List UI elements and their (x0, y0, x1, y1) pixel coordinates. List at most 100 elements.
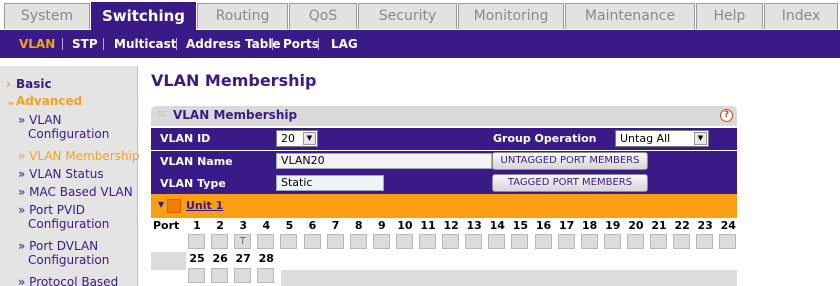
port-number: 25 (189, 252, 205, 265)
tab-system[interactable]: System (4, 3, 90, 29)
port-membership-cell[interactable] (557, 234, 575, 249)
sidebar: › Basic ⌄Advanced » VLAN Configuration » … (0, 66, 140, 286)
submenu-lag[interactable]: LAG (331, 30, 358, 58)
sidebar-item-vlan-status[interactable]: » VLAN Status (18, 167, 156, 181)
port-membership-cell[interactable] (188, 234, 205, 249)
port-membership-cell[interactable] (442, 234, 460, 249)
port-number: 6 (308, 219, 317, 232)
double-chevron-icon: » (18, 149, 26, 163)
tab-index[interactable]: Index (764, 3, 838, 29)
sidebar-basic[interactable]: › Basic (6, 77, 144, 91)
double-chevron-icon: » (18, 167, 26, 181)
submenu-divider (176, 38, 177, 50)
port-membership-cell[interactable] (257, 268, 275, 283)
sidebar-item-vlan-membership[interactable]: » VLAN Membership (18, 149, 156, 163)
group-operation-select[interactable]: Untag All ▼ (615, 130, 709, 147)
submenu-vlan[interactable]: VLAN (19, 30, 55, 58)
submenu-stp[interactable]: STP (72, 30, 98, 58)
port-membership-cell[interactable] (650, 234, 667, 249)
port-membership-cell[interactable] (465, 234, 483, 249)
vlan-id-row: VLAN ID 20 ▼ Group Operation Untag All ▼ (151, 128, 737, 150)
port-number: 23 (697, 219, 713, 232)
dropdown-arrow-icon: ▼ (694, 132, 707, 145)
port-number: 19 (605, 219, 621, 232)
double-chevron-icon: » (18, 113, 26, 127)
port-number: 27 (235, 252, 251, 265)
port-membership-cell[interactable] (534, 234, 552, 249)
panel-header: ∷ VLAN Membership ? (151, 106, 737, 126)
port-membership-cell[interactable] (211, 234, 229, 249)
double-chevron-icon: » (18, 185, 26, 199)
tab-monitoring[interactable]: Monitoring (458, 3, 564, 29)
port-membership-cell[interactable] (234, 268, 252, 283)
port-number: 2 (216, 219, 224, 232)
port-number: 9 (377, 219, 386, 232)
port-number: 18 (582, 219, 598, 232)
tab-qos[interactable]: QoS (289, 3, 357, 29)
tab-security[interactable]: Security (358, 3, 457, 29)
submenu-address-table[interactable]: Address Table (186, 30, 281, 58)
port-number: 28 (258, 252, 274, 265)
port-number: 8 (354, 219, 363, 232)
tab-switching[interactable]: Switching (91, 2, 196, 30)
untagged-port-members-button[interactable]: UNTAGGED PORT MEMBERS (492, 152, 648, 170)
submenu-ports[interactable]: Ports (283, 30, 319, 58)
port-number: 5 (285, 219, 294, 232)
sidebar-item-mac-based-vlan[interactable]: » MAC Based VLAN (18, 185, 156, 199)
sidebar-item-vlan-configuration[interactable]: » VLAN Configuration (18, 113, 156, 141)
port-membership-cell[interactable] (280, 234, 298, 249)
vlan-type-label: VLAN Type (160, 177, 226, 190)
port-membership-cell[interactable] (488, 234, 506, 249)
port-membership-cell[interactable] (626, 234, 644, 249)
port-membership-cell[interactable] (211, 268, 229, 283)
port-membership-cell[interactable] (303, 234, 321, 249)
sidebar-item-port-dvlan[interactable]: » Port DVLAN Configuration (18, 239, 156, 267)
port-membership-cell[interactable] (719, 234, 737, 249)
unit-select-box[interactable] (167, 199, 181, 213)
submenu-divider (272, 38, 273, 50)
sidebar-advanced[interactable]: ⌄Advanced (6, 94, 144, 108)
tagged-port-members-button[interactable]: TAGGED PORT MEMBERS (492, 174, 648, 192)
tab-maintenance[interactable]: Maintenance (565, 3, 695, 29)
port-membership-cell[interactable] (372, 234, 390, 249)
tab-help[interactable]: Help (696, 3, 763, 29)
port-number: 14 (489, 219, 505, 232)
row-separator (151, 252, 186, 270)
page-title: VLAN Membership (151, 71, 317, 90)
port-number: 15 (512, 219, 529, 232)
expand-triangle-icon[interactable]: ▼ (158, 200, 164, 209)
tab-routing[interactable]: Routing (197, 3, 288, 29)
port-membership-cell[interactable] (511, 234, 529, 249)
port-number: 22 (674, 219, 690, 232)
sidebar-item-port-pvid[interactable]: » Port PVID Configuration (18, 203, 156, 231)
unit-row: ▼ Unit 1 (151, 194, 737, 218)
port-membership-cell[interactable] (603, 234, 621, 249)
vlan-name-label: VLAN Name (160, 155, 233, 168)
port-number: 20 (628, 219, 644, 232)
port-number: 13 (466, 219, 482, 232)
vlan-name-row: VLAN Name VLAN20 UNTAGGED PORT MEMBERS (151, 151, 737, 173)
submenu-divider (318, 38, 319, 50)
port-membership-cell[interactable] (188, 268, 205, 283)
port-membership-cell[interactable] (580, 234, 598, 249)
port-number: 11 (420, 219, 436, 232)
port-membership-cell[interactable]: T (234, 234, 252, 249)
port-number: 10 (397, 219, 413, 232)
dropdown-arrow-icon: ▼ (303, 132, 316, 145)
port-membership-cell[interactable] (395, 234, 413, 249)
port-membership-cell[interactable] (696, 234, 714, 249)
vlan-id-select[interactable]: 20 ▼ (276, 130, 318, 147)
submenu-multicast[interactable]: Multicast (114, 30, 177, 58)
port-membership-cell[interactable] (419, 234, 436, 249)
sidebar-item-protocol-based[interactable]: » Protocol Based (18, 275, 156, 286)
port-membership-cell[interactable] (349, 234, 367, 249)
port-membership-cell[interactable] (257, 234, 275, 249)
submenu-divider (62, 38, 63, 50)
vlan-name-input[interactable]: VLAN20 (276, 153, 492, 169)
port-membership-cell[interactable] (326, 234, 344, 249)
port-number: 12 (443, 219, 459, 232)
help-icon[interactable]: ? (720, 109, 733, 122)
port-number: 4 (262, 219, 271, 232)
unit-label[interactable]: Unit 1 (186, 199, 223, 212)
port-membership-cell[interactable] (673, 234, 691, 249)
